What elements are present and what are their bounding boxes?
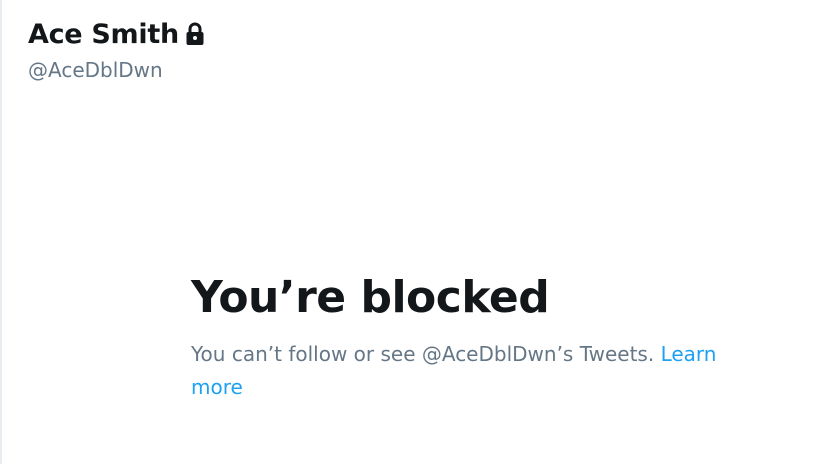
lock-icon — [185, 22, 205, 46]
blocked-message-container: You can’t follow or see @AceDblDwn’s Twe… — [191, 338, 766, 404]
profile-name-row: Ace Smith — [28, 14, 205, 54]
profile-display-name: Ace Smith — [28, 18, 179, 50]
blocked-notice: You’re blocked You can’t follow or see @… — [191, 270, 791, 404]
blocked-title: You’re blocked — [191, 272, 550, 323]
page-left-border — [0, 0, 2, 464]
profile-handle: @AceDblDwn — [28, 58, 163, 82]
blocked-message: You can’t follow or see @AceDblDwn’s Twe… — [191, 342, 655, 366]
profile-header: Ace Smith @AceDblDwn — [28, 14, 205, 82]
